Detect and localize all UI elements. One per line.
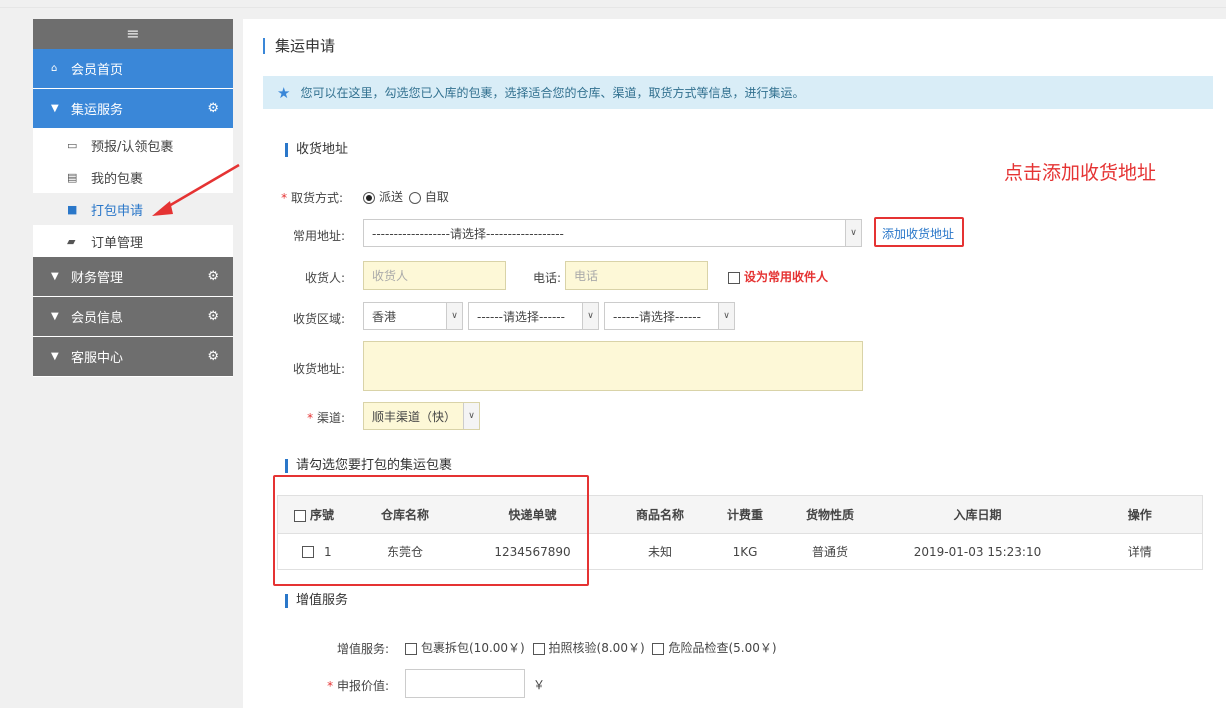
chevron-down-icon: ∨ [463,403,479,429]
service-photo-label: 拍照核验(8.00￥) [548,641,645,655]
radio-delivery[interactable] [363,191,375,204]
chevron-down-icon: ∨ [582,303,598,329]
chevron-down-icon: ∨ [845,220,861,246]
region-label: 收货区域: [292,312,345,326]
channel-label: * 渠道: [307,411,345,425]
info-tip: ★ 您可以在这里，勾选您已入库的包裹，选择适合您的仓库、渠道，取货方式等信息，进… [263,76,1213,109]
col-weight: 计费重 [707,495,783,534]
common-address-value: ------------------请选择------------------ [372,226,564,241]
receiver-label: 收货人: [304,271,345,285]
add-address-link[interactable]: 添加收货地址 [882,225,954,242]
details-link[interactable]: 详情 [1077,533,1203,570]
common-addr-label: 常用地址: [292,229,345,243]
section-title-services: 增值服务 [285,594,348,608]
region-value-2: ------请选择------ [477,309,565,324]
star-icon: ★ [277,83,291,102]
channel-value: 顺丰渠道（快） [372,409,457,424]
service-unpack-label: 包裹拆包(10.00￥) [421,641,525,655]
cell-date: 2019-01-03 15:23:10 [877,533,1078,570]
common-address-select[interactable]: ------------------请选择------------------ … [363,219,862,247]
cell-weight: 1KG [707,533,783,570]
service-checkbox-unpack[interactable] [405,642,417,655]
cell-cargo-type: 普通货 [782,533,878,570]
chevron-down-icon: ∨ [718,303,734,329]
declared-value-input[interactable] [405,669,525,698]
chevron-down-icon: ∨ [446,303,462,329]
page-title: 集运申请 [263,38,335,54]
declared-value-label: * 申报价值: [327,679,389,693]
radio-delivery-label: 派送 [379,190,404,204]
annotation-text: 点击添加收货地址 [1004,162,1157,184]
region-select-3[interactable]: ------请选择------ ∨ [604,302,735,330]
set-common-receiver[interactable]: 设为常用收件人 [728,268,828,285]
radio-self-pickup-label: 自取 [424,190,449,204]
checkbox[interactable] [728,271,740,284]
cell-product: 未知 [612,533,708,570]
pickup-label: * 取货方式: [281,191,343,205]
service-checkbox-danger[interactable] [652,642,665,655]
region-select-1[interactable]: 香港 ∨ [363,302,463,330]
col-action: 操作 [1077,495,1203,534]
phone-placeholder: 电话 [574,269,599,283]
col-cargo-type: 货物性质 [782,495,878,534]
receiver-placeholder: 收货人 [372,269,409,283]
address-label: 收货地址: [292,362,345,376]
col-date: 入库日期 [877,495,1078,534]
service-danger-label: 危险品检查(5.00￥) [668,641,777,655]
region-value-1: 香港 [372,309,397,324]
phone-input[interactable]: 电话 [565,261,708,290]
currency-symbol: ￥ [533,678,546,692]
section-title-packages: 请勾选您要打包的集运包裹 [285,459,452,473]
receiver-input[interactable]: 收货人 [363,261,506,290]
section-title-address: 收货地址 [285,143,348,157]
radio-self-pickup[interactable] [408,191,421,204]
col-product: 商品名称 [612,495,708,534]
services-label: 增值服务: [336,642,389,656]
phone-label: 电话: [532,271,561,285]
region-select-2[interactable]: ------请选择------ ∨ [468,302,599,330]
set-common-label: 设为常用收件人 [744,270,829,284]
region-value-3: ------请选择------ [613,309,701,324]
service-checkbox-photo[interactable] [532,642,545,655]
address-textarea[interactable] [363,341,863,391]
channel-select[interactable]: 顺丰渠道（快） ∨ [363,402,480,430]
main-panel: 集运申请 ★ 您可以在这里，勾选您已入库的包裹，选择适合您的仓库、渠道，取货方式… [243,19,1226,708]
services-options: 包裹拆包(10.00￥) 拍照核验(8.00￥) 危险品检查(5.00￥) [405,639,777,656]
tip-text: 您可以在这里，勾选您已入库的包裹，选择适合您的仓库、渠道，取货方式等信息，进行集… [300,86,805,100]
highlight-box [273,475,589,586]
pickup-options: 派送 自取 [363,188,449,205]
